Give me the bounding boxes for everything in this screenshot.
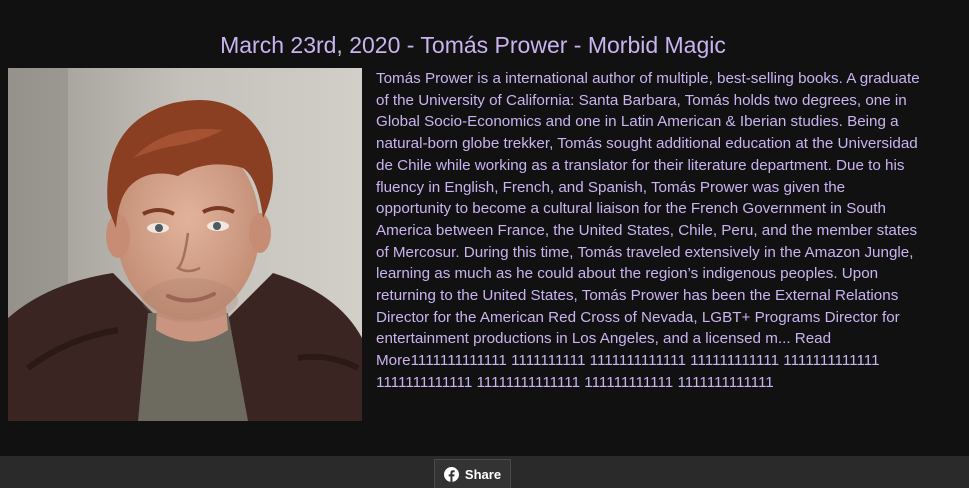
bio-line: America between France, the United State… <box>376 221 918 239</box>
bio-line: learning as much as he could about the r… <box>376 265 879 283</box>
bio-line: de Chile while working as a translator f… <box>376 156 905 174</box>
bio-line: 1111111111111 11111111111111 11111111111… <box>376 373 774 391</box>
author-bio: Tomás Prower is a international author o… <box>376 68 956 394</box>
facebook-icon <box>443 466 459 482</box>
bio-line: entertainment productions in Los Angeles… <box>376 330 832 348</box>
bio-line: fluency in English, French, and Spanish,… <box>376 178 846 196</box>
bio-line: More1111111111111 1111111111 11111111111… <box>376 352 880 370</box>
bio-line: opportunity to become a cultural liaison… <box>376 200 886 218</box>
share-label: Share <box>464 466 502 482</box>
bio-line: returning to the United States, Tomás Pr… <box>376 287 899 305</box>
page-title: March 23rd, 2020 - Tomás Prower - Morbid… <box>220 32 726 58</box>
bio-text: Tomás Prower is a international author o… <box>376 68 956 394</box>
facebook-share-button[interactable]: Share <box>434 459 511 488</box>
bio-line: natural-born globe trekker, Tomás sought… <box>376 135 918 153</box>
page-content: March 23rd, 2020 - Tomás Prower - Morbid… <box>0 0 969 456</box>
bio-line: Director for the American Red Cross of N… <box>376 308 900 326</box>
bio-line: Tomás Prower is a international author o… <box>376 70 920 87</box>
author-photo <box>8 68 362 421</box>
bio-line: of the University of California: Santa B… <box>376 91 907 109</box>
bio-line: Global Socio-Economics and one in Latin … <box>376 113 899 131</box>
bio-line: of Mercosur. During this time, Tomás tra… <box>376 243 914 261</box>
